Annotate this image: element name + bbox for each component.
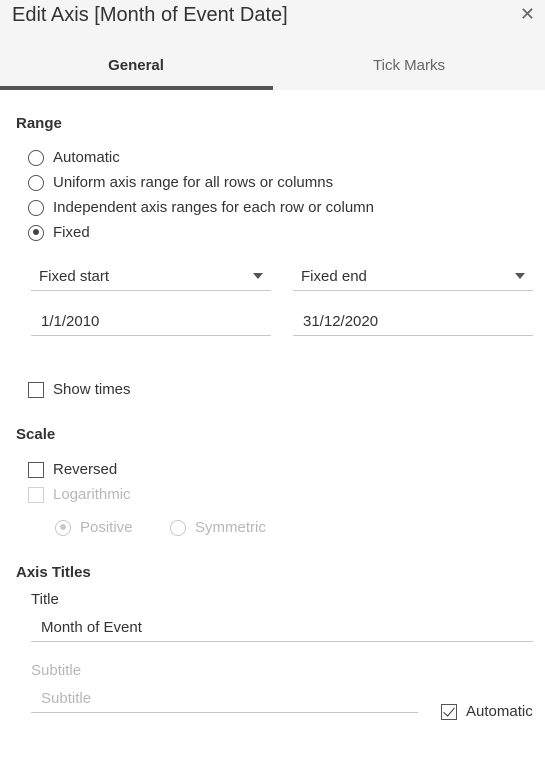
- radio-automatic-label: Automatic: [53, 149, 120, 166]
- show-times-checkbox-row[interactable]: Show times: [28, 381, 131, 398]
- show-times-label: Show times: [53, 381, 131, 398]
- fixed-start-select-value: Fixed start: [39, 267, 110, 285]
- close-icon[interactable]: ✕: [520, 5, 535, 23]
- radio-symmetric-icon: [170, 519, 186, 536]
- radio-automatic-icon[interactable]: [28, 149, 44, 166]
- dialog-title: Edit Axis [Month of Event Date]: [12, 4, 288, 26]
- logarithmic-checkbox: [28, 486, 44, 503]
- reversed-label: Reversed: [53, 461, 118, 478]
- fixed-start-input[interactable]: 1/1/2010: [31, 308, 271, 336]
- reversed-checkbox-row[interactable]: Reversed: [28, 461, 117, 478]
- chevron-down-icon: [515, 273, 525, 279]
- radio-fixed[interactable]: Fixed: [28, 224, 90, 241]
- chevron-down-icon: [253, 273, 263, 279]
- automatic-checkbox-row[interactable]: Automatic: [441, 703, 533, 720]
- radio-uniform-label: Uniform axis range for all rows or colum…: [53, 174, 334, 191]
- radio-fixed-label: Fixed: [53, 224, 90, 241]
- fixed-start-input-value: 1/1/2010: [41, 313, 100, 330]
- radio-fixed-icon[interactable]: [28, 224, 44, 241]
- range-heading: Range: [16, 115, 62, 132]
- tab-tick-marks[interactable]: Tick Marks: [273, 57, 545, 74]
- automatic-label: Automatic: [466, 703, 533, 720]
- title-input[interactable]: Month of Event: [31, 614, 533, 642]
- title-input-value: Month of Event: [41, 619, 142, 636]
- radio-symmetric: Symmetric: [170, 519, 266, 536]
- fixed-end-input[interactable]: 31/12/2020: [293, 308, 533, 336]
- scale-heading: Scale: [16, 426, 56, 443]
- logarithmic-checkbox-row: Logarithmic: [28, 486, 131, 503]
- fixed-end-select[interactable]: Fixed end: [293, 262, 533, 291]
- automatic-checkbox[interactable]: [441, 703, 457, 720]
- axis-titles-heading: Axis Titles: [16, 564, 91, 581]
- radio-uniform-icon[interactable]: [28, 174, 44, 191]
- radio-independent-icon[interactable]: [28, 199, 44, 216]
- subtitle-input[interactable]: Subtitle: [31, 685, 418, 713]
- logarithmic-label: Logarithmic: [53, 486, 131, 503]
- fixed-start-select[interactable]: Fixed start: [31, 262, 271, 291]
- radio-positive-icon: [55, 519, 71, 536]
- radio-independent[interactable]: Independent axis ranges for each row or …: [28, 199, 374, 216]
- show-times-checkbox[interactable]: [28, 381, 44, 398]
- subtitle-label: Subtitle: [31, 662, 82, 679]
- fixed-end-input-value: 31/12/2020: [303, 313, 379, 330]
- title-label: Title: [31, 591, 59, 608]
- tab-selected-indicator: [0, 86, 273, 90]
- reversed-checkbox[interactable]: [28, 461, 44, 478]
- fixed-end-select-value: Fixed end: [301, 267, 367, 285]
- radio-independent-label: Independent axis ranges for each row or …: [53, 199, 375, 216]
- radio-symmetric-label: Symmetric: [195, 519, 266, 536]
- radio-automatic[interactable]: Automatic: [28, 149, 120, 166]
- subtitle-input-placeholder: Subtitle: [41, 690, 92, 707]
- radio-positive: Positive: [55, 519, 133, 536]
- tab-general[interactable]: General: [0, 57, 272, 74]
- radio-positive-label: Positive: [80, 519, 133, 536]
- radio-uniform[interactable]: Uniform axis range for all rows or colum…: [28, 174, 333, 191]
